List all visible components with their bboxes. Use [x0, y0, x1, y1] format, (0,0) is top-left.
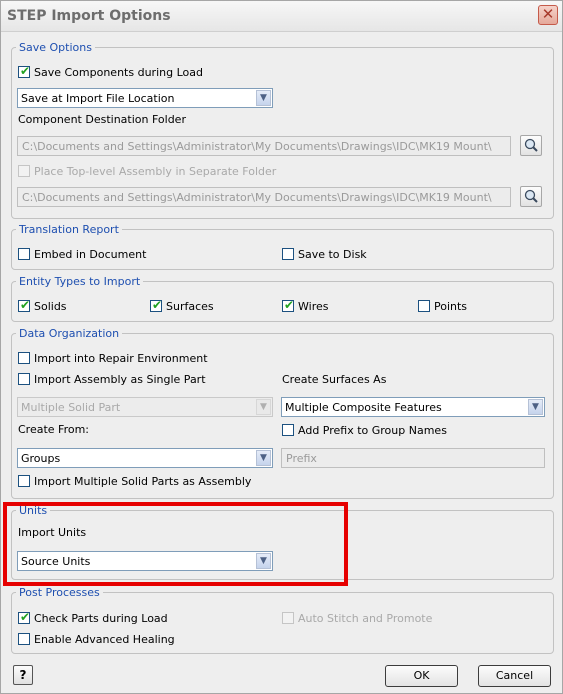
advanced-healing-checkbox[interactable] [18, 633, 30, 645]
save-location-dropdown[interactable]: Save at Import File Location ▼ [17, 88, 273, 108]
create-surfaces-value: Multiple Composite Features [285, 401, 442, 414]
check-parts-label: Check Parts during Load [34, 612, 168, 625]
repair-environment-label: Import into Repair Environment [34, 352, 208, 365]
top-level-folder-path: C:\Documents and Settings\Administrator\… [22, 191, 492, 204]
wires-checkbox[interactable]: ✔ [282, 298, 295, 312]
points-checkbox[interactable] [418, 300, 430, 312]
solids-checkbox[interactable]: ✔ [18, 298, 31, 312]
title-bar[interactable]: STEP Import Options ✕ [1, 1, 562, 32]
component-destination-field: C:\Documents and Settings\Administrator\… [17, 136, 511, 156]
wires-label: Wires [298, 300, 329, 313]
prefix-input: Prefix [281, 448, 545, 468]
multiple-solid-assembly-checkbox[interactable] [18, 475, 30, 487]
dropdown-arrow-icon: ▼ [256, 450, 271, 466]
top-level-browse-button[interactable] [520, 186, 542, 207]
check-parts-checkbox[interactable]: ✔ [18, 610, 31, 624]
save-components-checkbox[interactable]: ✔ [18, 64, 31, 78]
save-options-legend: Save Options [19, 41, 92, 54]
save-to-disk-checkbox[interactable] [282, 248, 294, 260]
checkmark-icon: ✔ [284, 298, 295, 312]
save-to-disk-label: Save to Disk [298, 248, 367, 261]
close-icon: ✕ [541, 5, 555, 23]
advanced-healing-label: Enable Advanced Healing [34, 633, 175, 646]
help-button[interactable]: ? [13, 665, 33, 685]
embed-in-document-checkbox[interactable] [18, 248, 30, 260]
help-icon: ? [19, 668, 27, 682]
component-destination-label: Component Destination Folder [18, 113, 186, 126]
checkmark-icon: ✔ [20, 610, 31, 624]
create-surfaces-label: Create Surfaces As [282, 373, 387, 386]
create-from-label: Create From: [18, 423, 90, 436]
browse-folder-icon [524, 138, 538, 152]
single-part-label: Import Assembly as Single Part [34, 373, 206, 386]
solid-part-type-dropdown[interactable]: Multiple Solid Part ▼ [17, 397, 273, 417]
component-destination-path: C:\Documents and Settings\Administrator\… [22, 140, 492, 153]
create-from-value: Groups [21, 452, 61, 465]
repair-environment-checkbox[interactable] [18, 352, 30, 364]
step-import-options-dialog: STEP Import Options ✕ Save Options ✔ Sav… [0, 0, 563, 694]
prefix-placeholder: Prefix [286, 452, 317, 465]
translation-report-legend: Translation Report [19, 223, 119, 236]
entity-types-group: Entity Types to Import [11, 275, 554, 322]
close-button[interactable]: ✕ [538, 5, 558, 25]
window-title: STEP Import Options [7, 8, 171, 24]
save-location-value: Save at Import File Location [21, 92, 175, 105]
place-top-level-label: Place Top-level Assembly in Separate Fol… [34, 165, 277, 178]
create-from-dropdown[interactable]: Groups ▼ [17, 448, 273, 468]
add-prefix-checkbox[interactable] [282, 424, 294, 436]
create-surfaces-dropdown[interactable]: Multiple Composite Features ▼ [281, 397, 545, 417]
translation-report-group: Translation Report [11, 223, 554, 270]
points-label: Points [434, 300, 468, 313]
post-processes-legend: Post Processes [19, 586, 100, 599]
embed-in-document-label: Embed in Document [34, 248, 147, 261]
auto-stitch-label: Auto Stitch and Promote [298, 612, 433, 625]
add-prefix-label: Add Prefix to Group Names [298, 424, 447, 437]
annotation-highlight-box [3, 502, 348, 586]
place-top-level-checkbox[interactable] [18, 165, 30, 177]
surfaces-label: Surfaces [166, 300, 214, 313]
solids-label: Solids [34, 300, 67, 313]
ok-button-label: OK [413, 669, 430, 682]
single-part-checkbox[interactable] [18, 373, 30, 385]
checkmark-icon: ✔ [152, 298, 163, 312]
dropdown-arrow-icon: ▼ [256, 90, 271, 106]
ok-button[interactable]: OK [385, 665, 458, 687]
auto-stitch-checkbox[interactable] [282, 612, 294, 624]
dropdown-arrow-icon: ▼ [256, 399, 271, 415]
component-destination-browse-button[interactable] [520, 135, 542, 156]
data-organization-legend: Data Organization [19, 327, 120, 340]
entity-types-legend: Entity Types to Import [19, 275, 141, 288]
save-components-label: Save Components during Load [34, 66, 203, 79]
multiple-solid-assembly-label: Import Multiple Solid Parts as Assembly [34, 475, 252, 488]
surfaces-checkbox[interactable]: ✔ [150, 298, 163, 312]
cancel-button[interactable]: Cancel [478, 665, 551, 687]
checkmark-icon: ✔ [20, 64, 31, 78]
top-level-folder-field: C:\Documents and Settings\Administrator\… [17, 187, 511, 207]
checkmark-icon: ✔ [20, 298, 31, 312]
dropdown-arrow-icon: ▼ [528, 399, 543, 415]
solid-part-type-value: Multiple Solid Part [21, 401, 121, 414]
browse-folder-icon [524, 189, 538, 203]
cancel-button-label: Cancel [495, 669, 534, 682]
